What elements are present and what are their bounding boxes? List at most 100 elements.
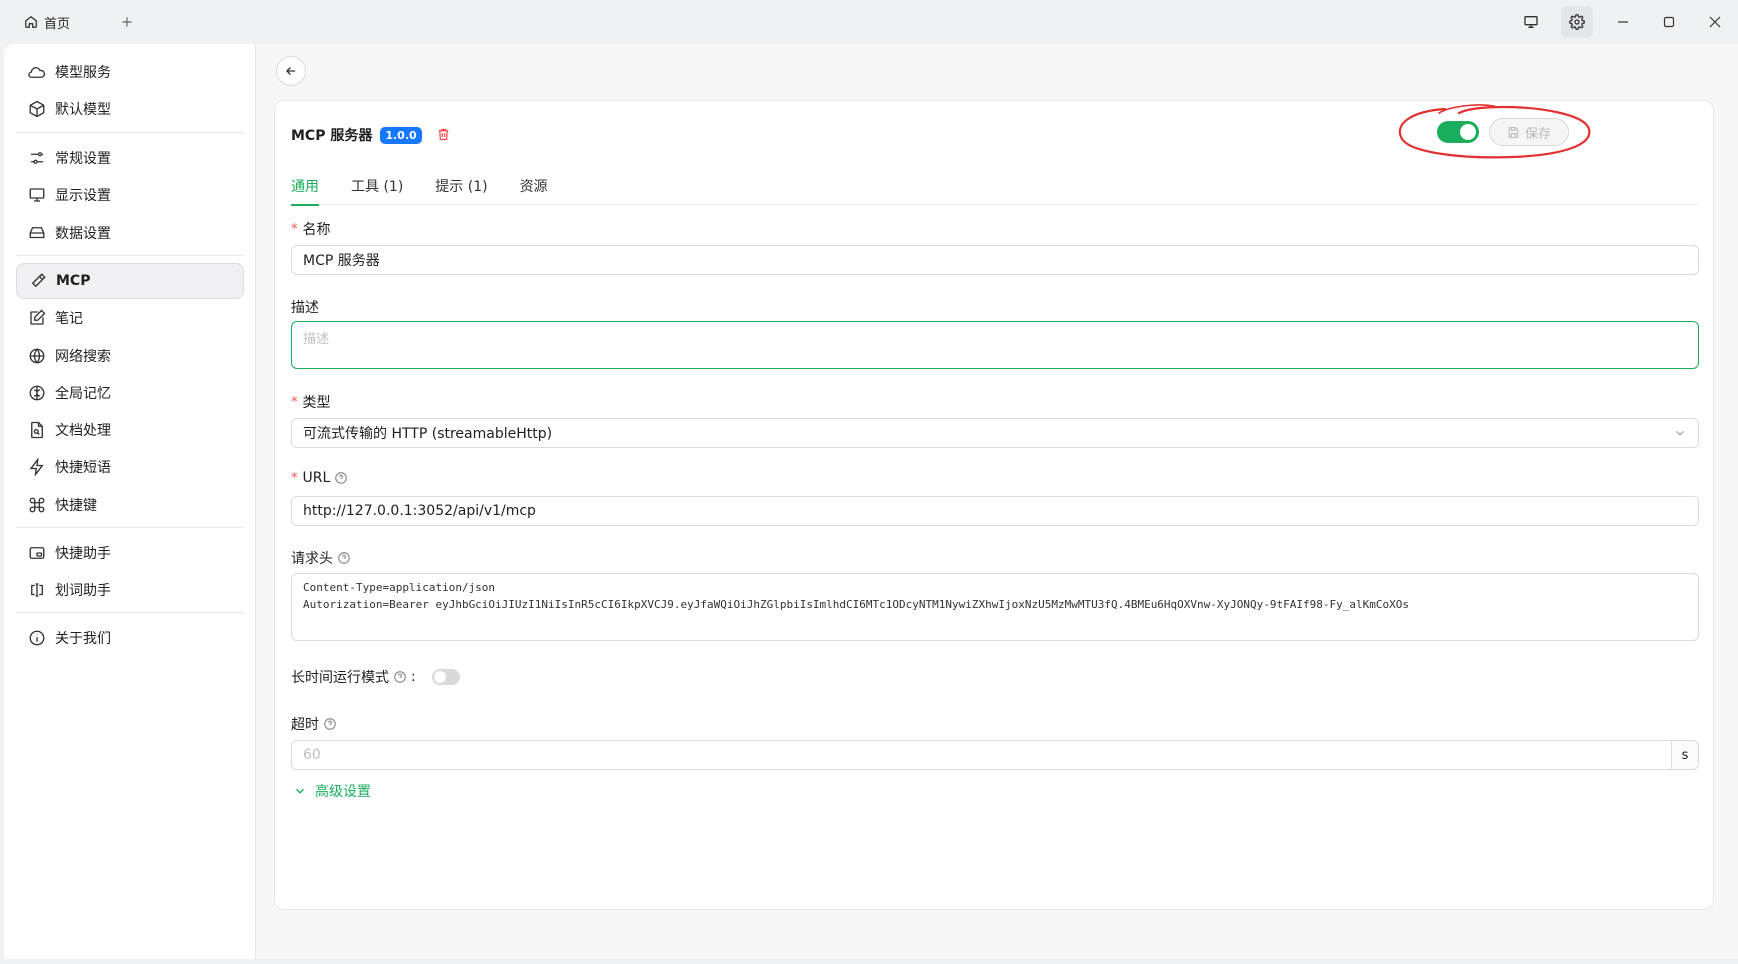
cloud-icon bbox=[28, 63, 46, 81]
required-mark: * bbox=[291, 394, 298, 410]
home-tab-label: 首页 bbox=[44, 16, 71, 32]
sidebar-item-label: 全局记忆 bbox=[55, 386, 111, 402]
monitor-icon bbox=[28, 186, 46, 204]
monitor-button[interactable] bbox=[1508, 0, 1554, 44]
required-mark: * bbox=[291, 221, 298, 237]
close-window-button[interactable] bbox=[1692, 0, 1738, 44]
toggle-knob bbox=[433, 671, 446, 683]
arrow-left-icon bbox=[286, 67, 296, 75]
settings-button[interactable] bbox=[1561, 6, 1593, 38]
help-circle-icon bbox=[335, 472, 348, 484]
sidebar-item-label: 笔记 bbox=[55, 311, 83, 327]
url-input-value: http://127.0.0.1:3052/api/v1/mcp bbox=[303, 503, 536, 519]
sidebar-item-mcp[interactable]: MCP bbox=[16, 263, 244, 299]
type-select-value: 可流式传输的 HTTP (streamableHttp) bbox=[303, 426, 553, 442]
help-circle-icon bbox=[338, 552, 350, 564]
long-running-toggle[interactable] bbox=[431, 669, 460, 685]
sidebar-item-global-memory[interactable]: 全局记忆 bbox=[16, 375, 244, 411]
headers-label: 请求头 bbox=[291, 548, 351, 568]
sidebar-item-document-processing[interactable]: 文档处理 bbox=[16, 412, 244, 448]
plus-icon bbox=[122, 17, 132, 27]
monitor-icon bbox=[1524, 15, 1538, 28]
settings-sidebar: 模型服务 默认模型 常规设置 显示设置 数据设置 MCP 笔记 网络搜索 全局记… bbox=[4, 44, 256, 959]
sidebar-item-model-service[interactable]: 模型服务 bbox=[16, 54, 244, 90]
sidebar-item-about-us[interactable]: 关于我们 bbox=[16, 620, 244, 656]
sidebar-item-label: 默认模型 bbox=[55, 102, 111, 118]
version-badge: 1.0.0 bbox=[380, 126, 422, 144]
sidebar-item-default-model[interactable]: 默认模型 bbox=[16, 91, 244, 127]
sidebar-divider bbox=[16, 612, 244, 613]
save-button-label: 保存 bbox=[1524, 126, 1551, 142]
type-select[interactable]: 可流式传输的 HTTP (streamableHttp) bbox=[291, 418, 1699, 448]
close-icon bbox=[1709, 16, 1721, 28]
advanced-settings-toggle[interactable]: 高级设置 bbox=[293, 781, 371, 801]
note-edit-icon bbox=[28, 309, 46, 327]
sidebar-item-label: 快捷短语 bbox=[55, 460, 111, 476]
sidebar-divider bbox=[16, 255, 244, 256]
long-running-colon: : bbox=[411, 669, 416, 685]
sidebar-item-notes[interactable]: 笔记 bbox=[16, 300, 244, 336]
sidebar-item-label: 数据设置 bbox=[55, 226, 111, 242]
sidebar-item-label: 划词助手 bbox=[55, 583, 111, 599]
server-header: MCP 服务器 1.0.0 bbox=[291, 125, 452, 145]
mcp-server-card: MCP 服务器 1.0.0 保存 通用 工具 (1) 提示 (1) 资源 * 名… bbox=[274, 100, 1714, 910]
header-line: Autorization=Bearer eyJhbGciOiJIUzI1NiIs… bbox=[303, 598, 1409, 611]
sidebar-item-display-settings[interactable]: 显示设置 bbox=[16, 177, 244, 213]
home-tab[interactable]: 首页 bbox=[24, 13, 70, 32]
sliders-icon bbox=[28, 149, 46, 167]
save-button[interactable]: 保存 bbox=[1489, 118, 1569, 146]
delete-server-button[interactable] bbox=[436, 127, 452, 143]
app-window-icon bbox=[28, 544, 46, 562]
sidebar-item-label: 关于我们 bbox=[55, 631, 111, 647]
description-input[interactable]: 描述 bbox=[291, 321, 1699, 369]
sidebar-item-data-settings[interactable]: 数据设置 bbox=[16, 215, 244, 251]
new-tab-button[interactable] bbox=[117, 12, 137, 32]
server-title: MCP 服务器 bbox=[291, 128, 373, 144]
name-input[interactable]: MCP 服务器 bbox=[291, 245, 1699, 275]
sidebar-item-label: 快捷键 bbox=[55, 498, 97, 514]
description-label: 描述 bbox=[291, 297, 319, 317]
text-cursor-icon bbox=[28, 581, 46, 599]
url-input[interactable]: http://127.0.0.1:3052/api/v1/mcp bbox=[291, 496, 1699, 526]
minimize-button[interactable] bbox=[1600, 0, 1646, 44]
url-label-text: URL bbox=[302, 470, 331, 486]
header-line: Content-Type=application/json bbox=[303, 581, 496, 594]
help-circle-icon bbox=[394, 671, 406, 683]
tab-resources[interactable]: 资源 bbox=[520, 167, 548, 205]
hard-drive-icon bbox=[28, 224, 46, 242]
sidebar-item-quick-phrases[interactable]: 快捷短语 bbox=[16, 449, 244, 485]
title-bar: 首页 bbox=[0, 0, 1738, 44]
long-running-row: 长时间运行模式 : bbox=[291, 667, 460, 687]
headers-textarea[interactable]: Content-Type=application/json Autorizati… bbox=[291, 573, 1699, 641]
maximize-button[interactable] bbox=[1646, 0, 1692, 44]
server-enabled-toggle[interactable] bbox=[1437, 121, 1479, 143]
sidebar-item-label: 快捷助手 bbox=[55, 546, 111, 562]
sidebar-item-label: 网络搜索 bbox=[55, 349, 111, 365]
timeout-field: 60 s bbox=[291, 740, 1699, 770]
help-circle-icon bbox=[324, 718, 336, 730]
required-mark: * bbox=[291, 470, 298, 486]
sidebar-item-web-search[interactable]: 网络搜索 bbox=[16, 338, 244, 374]
tab-tools[interactable]: 工具 (1) bbox=[351, 167, 403, 205]
tab-general[interactable]: 通用 bbox=[291, 167, 319, 206]
sidebar-item-selection-assistant[interactable]: 划词助手 bbox=[16, 572, 244, 608]
sidebar-item-label: 文档处理 bbox=[55, 423, 111, 439]
timeout-label-text: 超时 bbox=[291, 717, 319, 733]
url-label: * URL bbox=[291, 470, 348, 486]
advanced-settings-label: 高级设置 bbox=[315, 784, 371, 800]
trash-icon bbox=[438, 128, 449, 141]
name-label: * 名称 bbox=[291, 219, 331, 239]
sidebar-item-general-settings[interactable]: 常规设置 bbox=[16, 140, 244, 176]
sidebar-item-quick-assistant[interactable]: 快捷助手 bbox=[16, 535, 244, 571]
sidebar-item-label: 模型服务 bbox=[55, 65, 111, 81]
sidebar-item-shortcuts[interactable]: 快捷键 bbox=[16, 487, 244, 523]
minimize-icon bbox=[1618, 21, 1628, 23]
save-icon bbox=[1508, 126, 1519, 138]
timeout-input[interactable]: 60 bbox=[291, 740, 1671, 770]
brain-icon bbox=[28, 384, 46, 402]
back-button[interactable] bbox=[276, 56, 306, 86]
sidebar-divider bbox=[16, 527, 244, 528]
description-label-text: 描述 bbox=[291, 300, 319, 316]
sidebar-item-label: 显示设置 bbox=[55, 188, 111, 204]
tab-prompts[interactable]: 提示 (1) bbox=[435, 167, 487, 205]
